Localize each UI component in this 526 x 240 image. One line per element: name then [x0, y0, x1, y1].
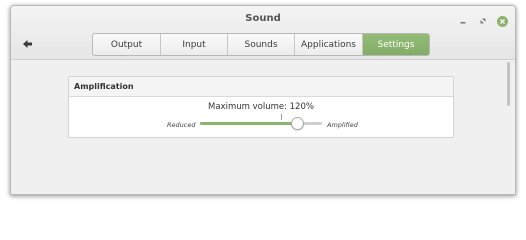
- tab-sounds[interactable]: Sounds: [228, 34, 295, 55]
- tab-output[interactable]: Output: [93, 34, 161, 55]
- maximize-icon: [480, 18, 486, 24]
- minimize-icon: [460, 22, 466, 24]
- window-title: Sound: [245, 13, 281, 24]
- sound-window: Sound Output Input Sounds Applications S…: [10, 5, 516, 195]
- back-button[interactable]: [18, 37, 36, 51]
- slider-knob[interactable]: [290, 117, 304, 130]
- slider-mark: [281, 114, 283, 120]
- tab-settings[interactable]: Settings: [363, 34, 429, 55]
- slider-fill: [200, 122, 298, 125]
- tab-applications[interactable]: Applications: [295, 34, 363, 55]
- tab-input[interactable]: Input: [161, 34, 228, 55]
- reduced-label: Reduced: [167, 121, 196, 129]
- amplification-section: Amplification Maximum volume: 120% Reduc…: [68, 76, 454, 138]
- volume-slider[interactable]: [200, 114, 322, 130]
- maximize-button[interactable]: [477, 15, 489, 27]
- tab-bar: Output Input Sounds Applications Setting…: [92, 33, 430, 56]
- minimize-button[interactable]: [457, 15, 469, 27]
- maximum-volume-label: Maximum volume: 120%: [208, 102, 314, 112]
- header-bar: Sound Output Input Sounds Applications S…: [11, 6, 515, 60]
- amplified-label: Amplified: [327, 121, 358, 129]
- scrollbar[interactable]: [507, 62, 510, 106]
- close-button[interactable]: [496, 15, 508, 27]
- back-arrow-icon: [22, 40, 32, 48]
- close-icon: [499, 18, 505, 24]
- section-header: Amplification: [69, 77, 453, 97]
